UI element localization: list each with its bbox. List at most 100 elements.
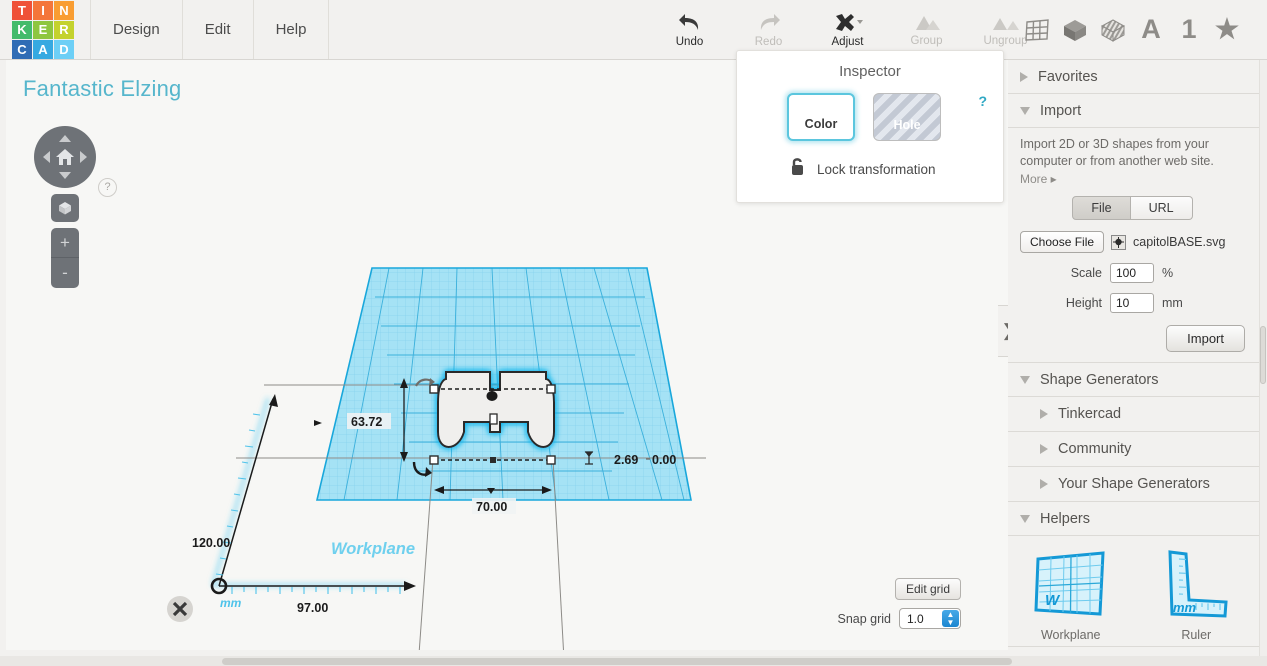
chevron-down-icon <box>1020 514 1030 523</box>
lock-open-icon <box>791 157 807 181</box>
sidebar-item-your-shape-generators[interactable]: Your Shape Generators <box>1008 467 1259 502</box>
height-unit: mm <box>1162 296 1183 310</box>
scale-input[interactable] <box>1110 263 1154 283</box>
sidebar-scrollbar-thumb[interactable] <box>1260 326 1266 384</box>
chevron-right-icon <box>1040 444 1048 454</box>
hole-swatch-button[interactable]: Hole <box>873 93 941 141</box>
top-toolbar: T I N K E R C A D Design Edit Help Undo <box>0 0 1267 60</box>
height-label: Height <box>1065 296 1102 310</box>
ruler-close-button[interactable] <box>167 596 193 622</box>
edit-grid-button[interactable]: Edit grid <box>894 578 961 600</box>
helper-ruler[interactable]: mm Ruler <box>1134 546 1260 642</box>
workplane-badge: W <box>1045 592 1061 609</box>
inspector-panel: Inspector ? Color Hole Lock transformati… <box>736 50 1004 203</box>
workplane-thumbnail-icon: W <box>1034 551 1105 616</box>
color-swatch-label: Color <box>804 117 838 131</box>
snap-grid-label: Snap grid <box>837 611 891 626</box>
plane-arrow-left-icon[interactable] <box>314 420 322 426</box>
sidebar-section-helpers-label: Helpers <box>1040 510 1090 527</box>
ruler-badge: mm <box>1173 600 1197 615</box>
sidebar-item-your-shape-generators-label: Your Shape Generators <box>1058 476 1210 492</box>
menu-item-edit[interactable]: Edit <box>183 0 254 59</box>
sidebar-section-import[interactable]: Import <box>1008 94 1259 128</box>
selected-file-name: capitolBASE.svg <box>1133 235 1226 249</box>
logo-tile-i: I <box>33 1 53 20</box>
sidebar-scrollbar-track[interactable] <box>1259 60 1267 666</box>
sidebar-item-community-label: Community <box>1058 441 1132 457</box>
logo-tile-d: D <box>54 40 74 59</box>
ruler-vertical-value: 120.00 <box>192 536 230 550</box>
undo-icon <box>677 12 703 34</box>
inspector-title: Inspector <box>839 63 901 80</box>
star-favorites-icon[interactable]: ★ <box>1208 0 1246 59</box>
chevron-down-icon <box>1020 106 1030 115</box>
undo-label: Undo <box>675 35 704 48</box>
text-A-icon[interactable]: A <box>1132 0 1170 59</box>
ungroup-icon <box>991 13 1021 33</box>
tab-file[interactable]: File <box>1072 196 1131 220</box>
snap-grid-value: 1.0 <box>907 611 924 626</box>
workplane-grid-icon[interactable] <box>1018 0 1056 59</box>
menu-item-help[interactable]: Help <box>254 0 330 59</box>
import-panel: Import 2D or 3D shapes from your compute… <box>1008 128 1259 363</box>
number-1-icon[interactable]: 1 <box>1170 0 1208 59</box>
horizontal-scrollbar-thumb[interactable] <box>222 658 1012 665</box>
sidebar-section-helpers[interactable]: Helpers <box>1008 502 1259 536</box>
chevron-right-icon <box>1020 71 1028 82</box>
ruler-thumbnail-icon: mm <box>1168 550 1228 618</box>
logo-tile-e: E <box>33 20 53 40</box>
solid-cube-icon[interactable] <box>1056 0 1094 59</box>
helper-workplane-label: Workplane <box>1040 628 1101 642</box>
dimension-height-offset-value: 2.69 <box>614 453 638 467</box>
height-input[interactable] <box>1110 293 1154 313</box>
logo-tile-n: N <box>54 1 74 20</box>
sidebar-section-import-label: Import <box>1040 102 1082 119</box>
redo-icon <box>756 12 782 34</box>
choose-file-button[interactable]: Choose File <box>1020 231 1105 253</box>
scale-field-row: Scale % <box>1020 263 1245 283</box>
inspector-help-icon[interactable]: ? <box>978 93 987 109</box>
sidebar-item-community[interactable]: Community <box>1008 432 1259 467</box>
helper-ruler-label: Ruler <box>1181 628 1212 642</box>
svg-file-icon <box>1111 234 1127 250</box>
snap-grid-select[interactable]: 1.0 ▲ ▼ <box>899 608 961 629</box>
import-action-row: Import <box>1020 325 1245 352</box>
import-more-link[interactable]: More ▸ <box>1020 172 1245 186</box>
text-A-glyph: A <box>1141 14 1161 44</box>
sidebar-item-tinkercad-label: Tinkercad <box>1058 406 1122 422</box>
logo-tile-r: R <box>54 20 74 40</box>
ruler-unit-label: mm <box>220 596 242 610</box>
dimension-width-value: 70.00 <box>476 500 507 514</box>
logo-tile-c: C <box>12 40 32 59</box>
tab-url[interactable]: URL <box>1130 196 1193 220</box>
workplane-label: Workplane <box>331 540 415 558</box>
lock-transformation-row[interactable]: Lock transformation <box>737 157 1003 181</box>
chevron-right-icon <box>1040 479 1048 489</box>
menu-item-design[interactable]: Design <box>90 0 183 59</box>
undo-button[interactable]: Undo <box>650 0 729 59</box>
striped-cube-icon[interactable] <box>1094 0 1132 59</box>
logo-tile-t: T <box>12 1 32 20</box>
sidebar-item-tinkercad[interactable]: Tinkercad <box>1008 397 1259 432</box>
stepper-icon[interactable]: ▲ ▼ <box>942 610 959 627</box>
sidebar-section-favorites[interactable]: Favorites <box>1008 60 1259 94</box>
sidebar-section-shape-generators[interactable]: Shape Generators <box>1008 363 1259 397</box>
shape-library-tool-group: A 1 ★ <box>1018 0 1246 59</box>
hole-swatch-label: Hole <box>893 118 921 132</box>
number-1-glyph: 1 <box>1181 14 1197 44</box>
right-sidebar: Favorites Import Import 2D or 3D shapes … <box>1008 60 1259 666</box>
redo-label: Redo <box>754 35 783 48</box>
chevron-right-icon <box>1040 409 1048 419</box>
helper-workplane[interactable]: W Workplane <box>1008 546 1134 642</box>
logo-tile-a: A <box>33 40 53 59</box>
import-button[interactable]: Import <box>1166 325 1245 352</box>
main-menu: Design Edit Help <box>90 0 330 59</box>
group-icon <box>912 13 942 33</box>
sidebar-section-shape-generators-label: Shape Generators <box>1040 371 1159 388</box>
tinkercad-logo[interactable]: T I N K E R C A D <box>12 0 74 60</box>
inspector-swatch-row: Color Hole <box>737 93 1003 141</box>
dimension-depth-value: 63.72 <box>351 415 382 429</box>
file-chooser-row: Choose File capitolBASE.svg <box>1020 231 1245 253</box>
color-swatch-button[interactable]: Color <box>787 93 855 141</box>
group-label: Group <box>910 34 943 47</box>
